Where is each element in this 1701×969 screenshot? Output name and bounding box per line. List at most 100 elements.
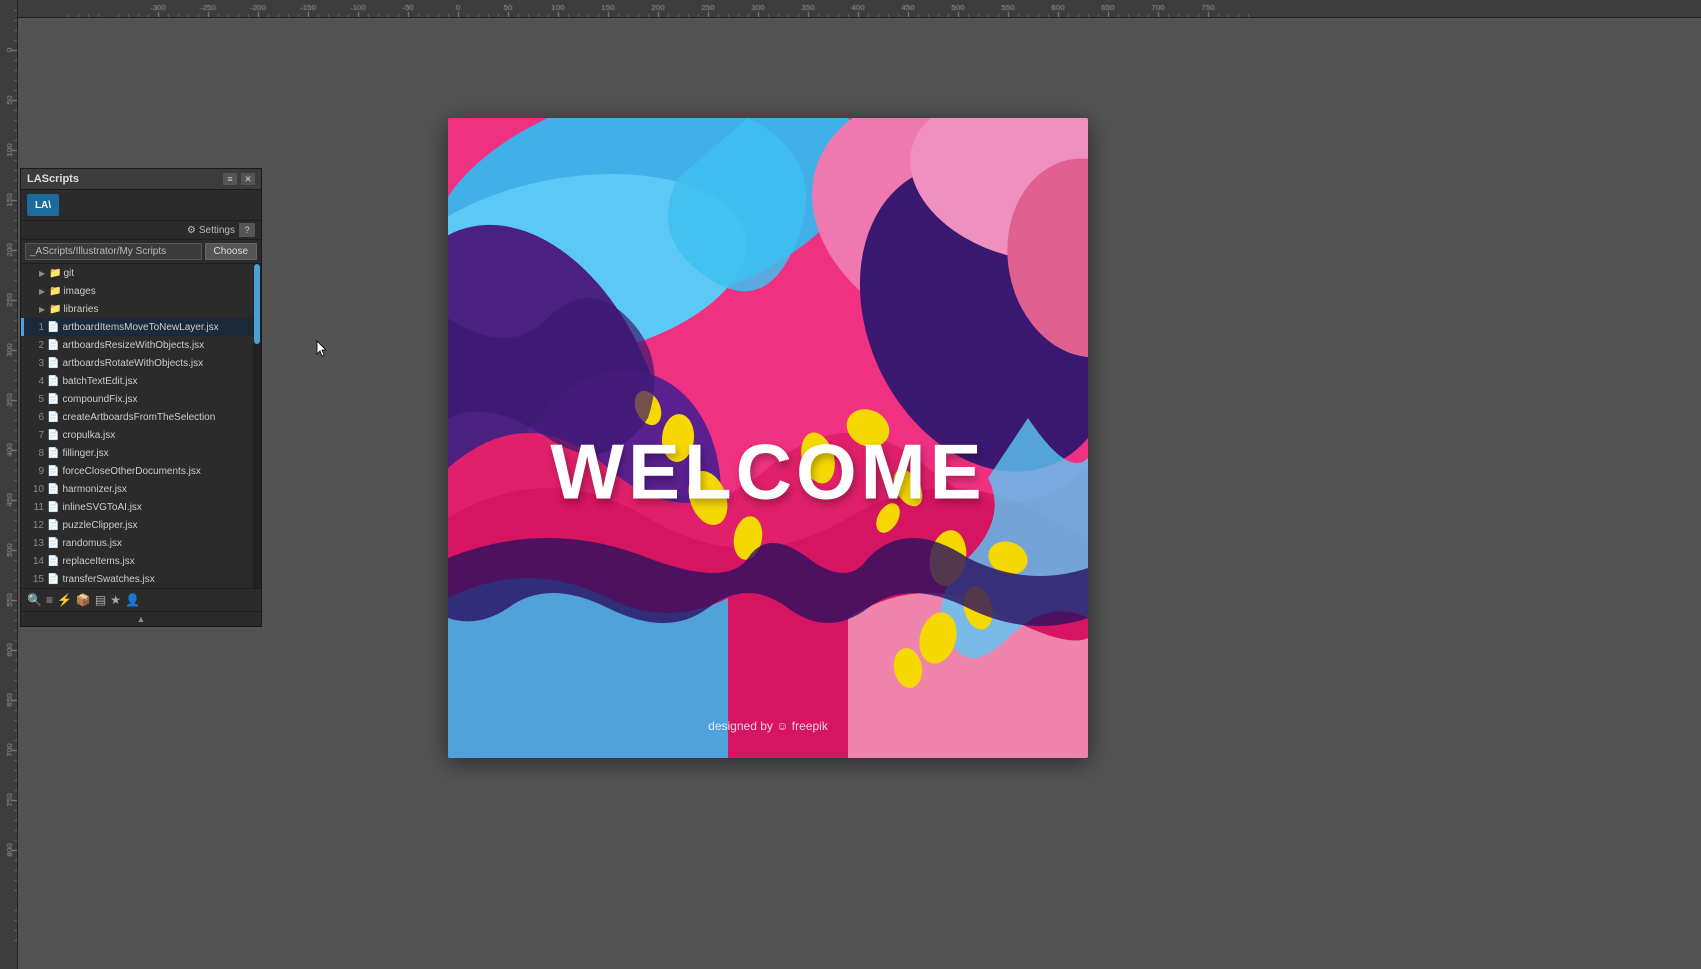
layers-icon[interactable]: ▤ bbox=[95, 593, 106, 607]
file-item[interactable]: 10 📄 harmonizer.jsx bbox=[21, 480, 261, 498]
canvas-area: WELCOME designed by ☺ freepik bbox=[18, 18, 1701, 969]
file-item[interactable]: 7 📄 cropulka.jsx bbox=[21, 426, 261, 444]
file-item[interactable]: 6 📄 createArtboardsFromTheSelection bbox=[21, 408, 261, 426]
file-name: artboardsResizeWithObjects.jsx bbox=[62, 340, 204, 351]
artboard-svg: WELCOME designed by ☺ freepik bbox=[448, 118, 1088, 758]
panel-logo: LA\ bbox=[27, 194, 59, 216]
panel-minimize-btn[interactable]: ≡ bbox=[223, 173, 237, 185]
choose-button[interactable]: Choose bbox=[205, 243, 257, 260]
file-type-icon: 📄 bbox=[47, 322, 59, 333]
chevron-right-icon: ▶ bbox=[39, 287, 47, 296]
file-name: randomus.jsx bbox=[62, 538, 121, 549]
file-num: 15 bbox=[28, 574, 44, 585]
file-item[interactable]: 3 📄 artboardsRotateWithObjects.jsx bbox=[21, 354, 261, 372]
file-type-icon: 📄 bbox=[47, 394, 59, 405]
file-type-icon: 📄 bbox=[47, 376, 59, 387]
lascripts-panel: LAScripts ≡ ✕ LA\ ⚙ Settings ? Choose ▶ … bbox=[20, 168, 262, 627]
file-name: inlineSVGToAI.jsx bbox=[62, 502, 141, 513]
chevron-right-icon: ▶ bbox=[39, 305, 47, 314]
artboard: WELCOME designed by ☺ freepik bbox=[448, 118, 1088, 758]
file-type-icon: 📄 bbox=[47, 466, 59, 477]
folder-icon: 📁 bbox=[49, 268, 61, 279]
file-item[interactable]: 15 📄 transferSwatches.jsx bbox=[21, 570, 261, 588]
panel-extra-btn[interactable]: ? bbox=[239, 223, 255, 237]
file-num: 5 bbox=[28, 394, 44, 405]
file-num: 2 bbox=[28, 340, 44, 351]
panel-path-row: Choose bbox=[21, 240, 261, 264]
file-num: 8 bbox=[28, 448, 44, 459]
file-name: compoundFix.jsx bbox=[62, 394, 137, 405]
scrollbar-thumb[interactable] bbox=[254, 264, 260, 344]
panel-collapse-btn[interactable]: ▲ bbox=[21, 611, 261, 626]
scrollbar[interactable] bbox=[253, 264, 261, 588]
svg-text:WELCOME: WELCOME bbox=[550, 428, 985, 516]
file-type-icon: 📄 bbox=[47, 538, 59, 549]
folder-item-images[interactable]: ▶ 📁 images bbox=[21, 282, 261, 300]
file-item[interactable]: 11 📄 inlineSVGToAI.jsx bbox=[21, 498, 261, 516]
search-icon[interactable]: 🔍 bbox=[27, 593, 42, 607]
ruler-top bbox=[18, 0, 1701, 18]
svg-text:designed by ☺ freepik: designed by ☺ freepik bbox=[708, 719, 829, 733]
file-name: replaceItems.jsx bbox=[62, 556, 134, 567]
file-num: 7 bbox=[28, 430, 44, 441]
file-type-icon: 📄 bbox=[47, 520, 59, 531]
file-list: ▶ 📁 git ▶ 📁 images ▶ 📁 libraries 1 📄 art… bbox=[21, 264, 261, 588]
panel-close-btn[interactable]: ✕ bbox=[241, 173, 255, 185]
panel-bottom-toolbar: 🔍 ≡ ⚡ 📦 ▤ ★ 👤 bbox=[21, 588, 261, 611]
file-item[interactable]: 5 📄 compoundFix.jsx bbox=[21, 390, 261, 408]
file-item[interactable]: 9 📄 forceCloseOtherDocuments.jsx bbox=[21, 462, 261, 480]
list-icon[interactable]: ≡ bbox=[46, 593, 53, 607]
file-item[interactable]: 14 📄 replaceItems.jsx bbox=[21, 552, 261, 570]
panel-titlebar[interactable]: LAScripts ≡ ✕ bbox=[21, 169, 261, 190]
file-type-icon: 📄 bbox=[47, 448, 59, 459]
file-name: forceCloseOtherDocuments.jsx bbox=[62, 466, 200, 477]
file-num: 3 bbox=[28, 358, 44, 369]
file-item[interactable]: 1 📄 artboardItemsMoveToNewLayer.jsx bbox=[21, 318, 261, 336]
file-num: 14 bbox=[28, 556, 44, 567]
file-name: createArtboardsFromTheSelection bbox=[62, 412, 215, 423]
file-name: puzzleClipper.jsx bbox=[62, 520, 137, 531]
path-input[interactable] bbox=[25, 243, 202, 260]
file-name: batchTextEdit.jsx bbox=[62, 376, 137, 387]
file-type-icon: 📄 bbox=[47, 358, 59, 369]
file-name: artboardsRotateWithObjects.jsx bbox=[62, 358, 203, 369]
file-item[interactable]: 13 📄 randomus.jsx bbox=[21, 534, 261, 552]
ruler-left bbox=[0, 0, 18, 969]
file-num: 11 bbox=[28, 502, 44, 513]
folder-name: git bbox=[63, 268, 74, 279]
settings-button[interactable]: ⚙ Settings bbox=[187, 225, 235, 236]
file-item[interactable]: 4 📄 batchTextEdit.jsx bbox=[21, 372, 261, 390]
file-type-icon: 📄 bbox=[47, 484, 59, 495]
file-type-icon: 📄 bbox=[47, 574, 59, 585]
file-type-icon: 📄 bbox=[47, 412, 59, 423]
user-icon[interactable]: 👤 bbox=[125, 593, 140, 607]
gear-icon: ⚙ bbox=[187, 225, 196, 236]
folder-icon: 📁 bbox=[49, 286, 61, 297]
file-type-icon: 📄 bbox=[47, 556, 59, 567]
folder-icon: 📁 bbox=[49, 304, 61, 315]
file-name: fillinger.jsx bbox=[62, 448, 108, 459]
file-num: 10 bbox=[28, 484, 44, 495]
file-num: 1 bbox=[28, 322, 44, 333]
file-type-icon: 📄 bbox=[47, 430, 59, 441]
star-icon[interactable]: ★ bbox=[110, 593, 121, 607]
folder-item-git[interactable]: ▶ 📁 git bbox=[21, 264, 261, 282]
file-item[interactable]: 2 📄 artboardsResizeWithObjects.jsx bbox=[21, 336, 261, 354]
file-num: 6 bbox=[28, 412, 44, 423]
file-num: 12 bbox=[28, 520, 44, 531]
file-name: transferSwatches.jsx bbox=[62, 574, 154, 585]
chevron-right-icon: ▶ bbox=[39, 269, 47, 278]
file-num: 9 bbox=[28, 466, 44, 477]
folder-name: images bbox=[63, 286, 95, 297]
file-item[interactable]: 8 📄 fillinger.jsx bbox=[21, 444, 261, 462]
file-type-icon: 📄 bbox=[47, 340, 59, 351]
file-name: artboardItemsMoveToNewLayer.jsx bbox=[62, 322, 218, 333]
folder-item-libraries[interactable]: ▶ 📁 libraries bbox=[21, 300, 261, 318]
panel-settings-row: ⚙ Settings ? bbox=[21, 221, 261, 240]
panel-window-controls: ≡ ✕ bbox=[223, 173, 255, 185]
lightning-icon[interactable]: ⚡ bbox=[57, 593, 72, 607]
file-item[interactable]: 12 📄 puzzleClipper.jsx bbox=[21, 516, 261, 534]
panel-title: LAScripts bbox=[27, 173, 79, 185]
file-type-icon: 📄 bbox=[47, 502, 59, 513]
package-icon[interactable]: 📦 bbox=[76, 593, 91, 607]
